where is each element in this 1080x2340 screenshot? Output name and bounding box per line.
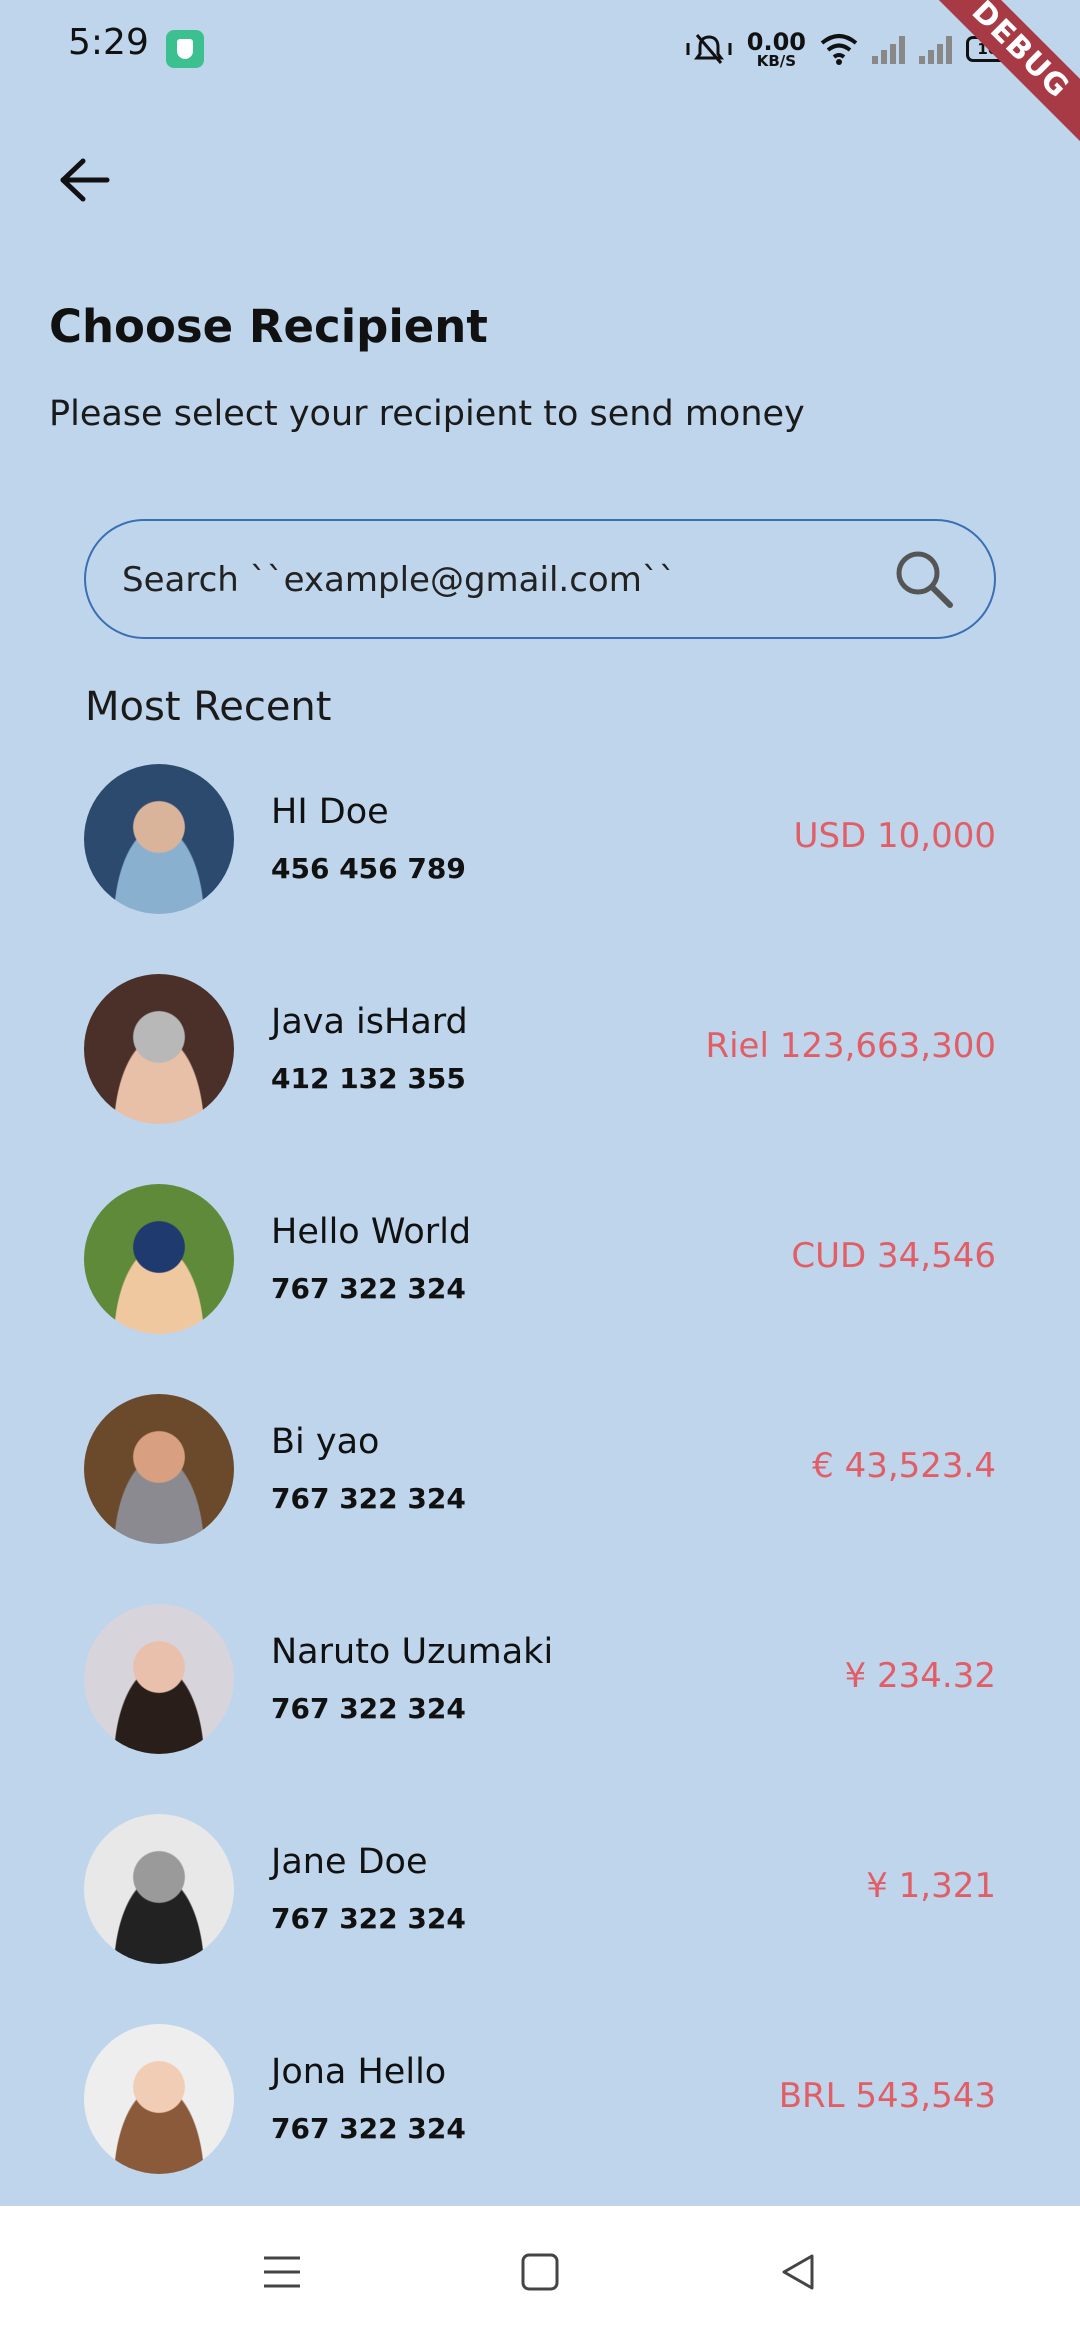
recipient-amount: BRL 543,543 [778,2076,996,2116]
page-title: Choose Recipient [49,300,488,353]
app-shield-icon [166,30,204,68]
nav-home-button[interactable] [510,2242,570,2302]
recipient-amount: CUD 34,546 [791,1236,996,1276]
recipient-name: Hello World [271,1212,472,1252]
recipient-name: Java isHard [271,1002,468,1042]
recipient-number: 767 322 324 [271,2112,466,2145]
recipient-amount: USD 10,000 [793,816,996,856]
recipient-row[interactable]: Hello World 767 322 324 CUD 34,546 [84,1184,996,1394]
avatar [84,1394,234,1544]
recipient-row[interactable]: Java isHard 412 132 355 Riel 123,663,300 [84,974,996,1184]
status-time: 5:29 [68,22,149,63]
bell-muted-icon [686,34,732,64]
search-icon[interactable] [892,547,956,611]
recipient-number: 767 322 324 [271,1902,466,1935]
avatar [84,1604,234,1754]
recipient-amount: ¥ 234.32 [844,1656,996,1696]
recipient-name: Naruto Uzumaki [271,1632,554,1672]
net-speed: 0.00 KB/S [747,30,806,69]
recipient-amount: € 43,523.4 [812,1446,996,1486]
recipient-row[interactable]: HI Doe 456 456 789 USD 10,000 [84,764,996,974]
recipient-name: Bi yao [271,1422,380,1462]
recipient-amount: Riel 123,663,300 [705,1026,996,1066]
avatar [84,764,234,914]
recipient-number: 412 132 355 [271,1062,466,1095]
recipient-name: Jona Hello [271,2052,447,2092]
nav-menu-button[interactable] [252,2242,312,2302]
net-speed-unit: KB/S [756,51,797,70]
status-bar: 5:29 0.00 KB/S 100 DEBUG [0,0,1080,158]
recipient-row[interactable]: Jona Hello 767 322 324 BRL 543,543 [84,2024,996,2206]
menu-icon [264,2256,300,2288]
search-input[interactable] [120,521,884,639]
recipient-row[interactable]: Naruto Uzumaki 767 322 324 ¥ 234.32 [84,1604,996,1814]
back-button[interactable] [50,148,120,212]
signal-icon [872,34,905,64]
page-subtitle: Please select your recipient to send mon… [49,394,805,434]
recipient-number: 767 322 324 [271,1272,466,1305]
back-triangle-icon [782,2254,814,2290]
recipient-row[interactable]: Bi yao 767 322 324 € 43,523.4 [84,1394,996,1604]
avatar [84,1184,234,1334]
system-nav-bar [0,2206,1080,2340]
recipient-name: HI Doe [271,792,389,832]
home-square-icon [521,2253,559,2291]
recipient-number: 767 322 324 [271,1692,466,1725]
arrow-left-icon [60,158,110,202]
section-title: Most Recent [85,684,332,730]
nav-back-button[interactable] [768,2242,828,2302]
recipient-name: Jane Doe [271,1842,428,1882]
recipient-row[interactable]: Jane Doe 767 322 324 ¥ 1,321 [84,1814,996,2024]
avatar [84,2024,234,2174]
recipient-number: 456 456 789 [271,852,466,885]
avatar [84,1814,234,1964]
recipient-amount: ¥ 1,321 [866,1866,996,1906]
search-box[interactable] [84,519,996,639]
signal-icon [919,34,952,64]
recipient-number: 767 322 324 [271,1482,466,1515]
net-speed-value: 0.00 [746,27,806,56]
avatar [84,974,234,1124]
recipient-list: HI Doe 456 456 789 USD 10,000 Java isHar… [84,764,996,2206]
wifi-icon [820,34,858,65]
